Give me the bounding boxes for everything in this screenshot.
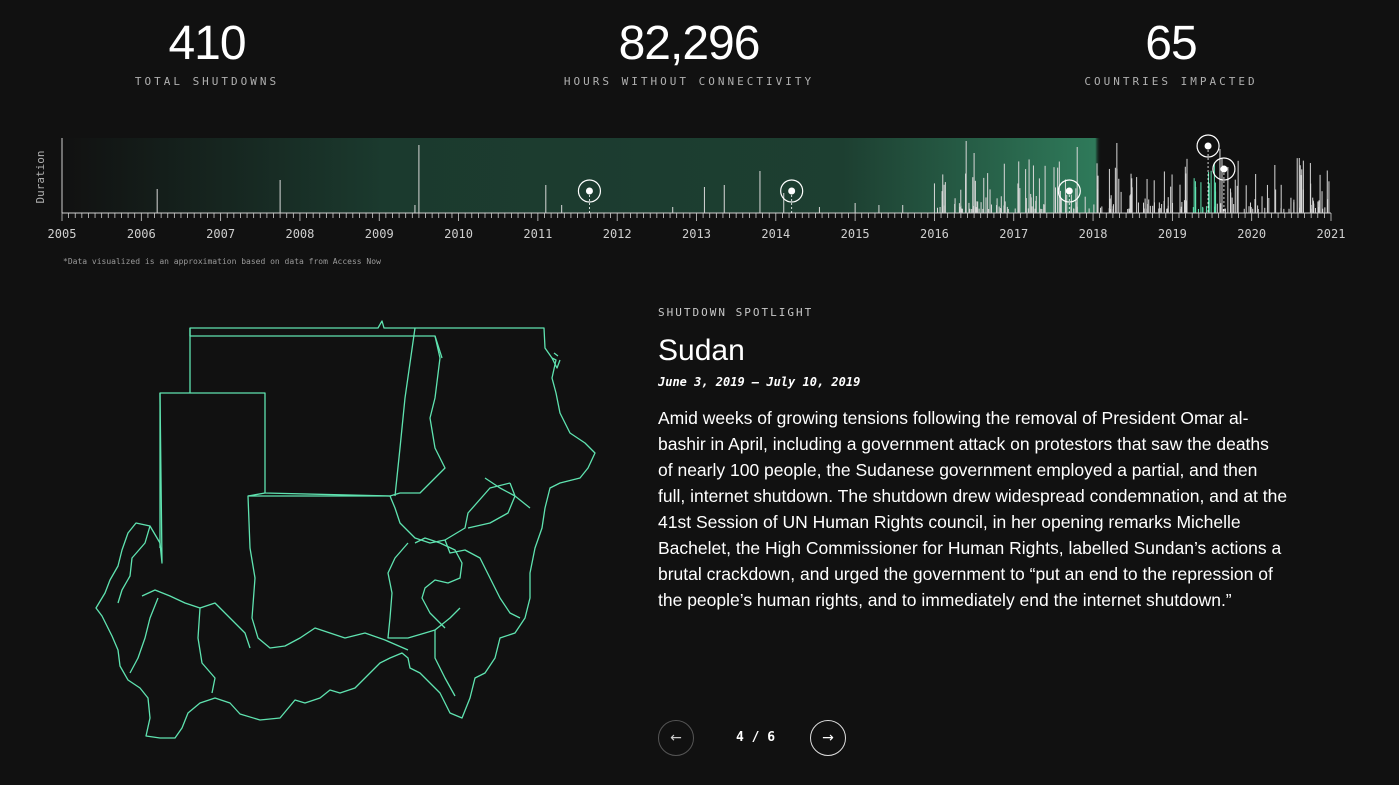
stat-label: HOURS WITHOUT CONNECTIVITY <box>563 75 815 88</box>
spotlight-country: Sudan <box>658 334 745 367</box>
stat-total-shutdowns: 410 TOTAL SHUTDOWNS <box>47 17 367 89</box>
stat-value: 82,296 <box>618 17 761 70</box>
next-button[interactable]: → <box>810 720 846 756</box>
stat-label: TOTAL SHUTDOWNS <box>134 75 280 88</box>
timeline-year-label: 2008 <box>285 227 314 241</box>
timeline-year-label: 2009 <box>365 227 394 241</box>
timeline-year-labels: 2005 2006 2007 2008 2009 2010 2011 2012 2013 2014… <box>48 227 1346 241</box>
spotlight-dates: June 3, 2019 – July 10, 2019 <box>658 375 861 389</box>
spotlight-description: Amid weeks of growing tensions following… <box>658 408 1288 610</box>
arrow-left-icon: ← <box>670 730 682 746</box>
previous-button[interactable]: ← <box>658 720 694 756</box>
map-boundary-darfur <box>117 525 251 694</box>
page: 410 TOTAL SHUTDOWNS 82,296 HOURS WITHOUT… <box>0 0 1399 785</box>
timeline-year-label: 2010 <box>444 227 473 241</box>
timeline-year-label: 2021 <box>1317 227 1346 241</box>
timeline-year-label: 2013 <box>682 227 711 241</box>
stat-value: 410 <box>168 17 246 70</box>
timeline-year-label: 2017 <box>999 227 1028 241</box>
stat-value: 65 <box>1145 17 1197 70</box>
timeline-year-label: 2012 <box>603 227 632 241</box>
timeline-footnote: *Data visualized is an approximation bas… <box>63 257 381 266</box>
timeline-year-label: 2018 <box>1079 227 1108 241</box>
timeline-year-label: 2019 <box>1158 227 1187 241</box>
timeline-year-label: 2016 <box>920 227 949 241</box>
timeline-year-label: 2014 <box>761 227 790 241</box>
sudan-map-outline <box>95 320 596 739</box>
map-boundary-outer <box>95 320 596 739</box>
pager-count: 4 / 6 <box>736 730 776 745</box>
timeline-y-label: Duration <box>34 151 47 204</box>
map-boundary-nile <box>394 327 443 497</box>
arrow-right-icon: → <box>822 730 834 746</box>
map-boundary-northwest <box>159 328 191 548</box>
timeline-range-highlight <box>62 138 1210 213</box>
shutdown-timeline[interactable]: 2005 2006 2007 2008 2009 2010 2011 2012 2013 2014… <box>0 125 1399 250</box>
spotlight-pager: ← 4 / 6 → <box>658 720 858 758</box>
shutdown-spotlight: SHUTDOWN SPOTLIGHT Sudan June 3, 2019 – … <box>658 306 1288 613</box>
map-boundary-kordofan <box>247 492 409 651</box>
timeline-year-label: 2006 <box>127 227 156 241</box>
map-boundary-central <box>248 482 511 544</box>
stat-label: COUNTRIES IMPACTED <box>1084 75 1258 88</box>
timeline-year-label: 2020 <box>1237 227 1266 241</box>
timeline-ticks <box>61 213 1332 221</box>
spotlight-eyebrow: SHUTDOWN SPOTLIGHT <box>658 306 814 319</box>
sudan-map <box>95 320 596 739</box>
map-boundary-blue-nile <box>434 630 456 697</box>
timeline-year-label: 2015 <box>841 227 870 241</box>
timeline-year-label: 2005 <box>48 227 77 241</box>
stat-countries: 65 COUNTRIES IMPACTED <box>1011 17 1331 89</box>
timeline-year-label: 2007 <box>206 227 235 241</box>
timeline-year-label: 2011 <box>523 227 552 241</box>
stat-hours: 82,296 HOURS WITHOUT CONNECTIVITY <box>529 17 849 89</box>
